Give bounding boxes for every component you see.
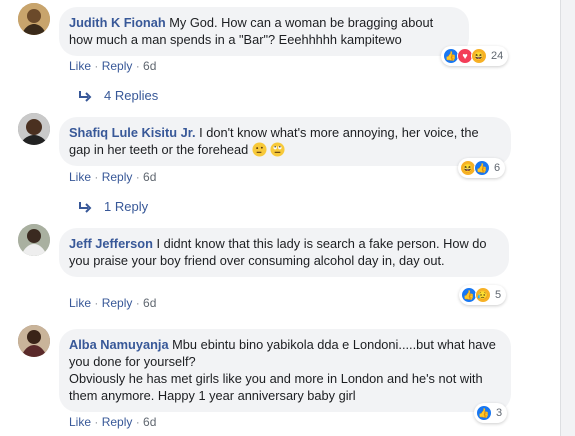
separator: · (132, 170, 144, 184)
comment-time[interactable]: 6d (143, 59, 156, 73)
avatar[interactable] (18, 3, 50, 35)
view-replies-link[interactable]: 1 Reply (78, 199, 148, 214)
comment-author[interactable]: Jeff Jefferson (69, 236, 153, 251)
like-reaction-icon: 👍 (474, 160, 490, 176)
comment-text: Obviously he has met girls like you and … (69, 371, 483, 403)
like-reaction-icon: 👍 (476, 405, 492, 421)
page-right-edge (560, 0, 575, 436)
reply-link[interactable]: Reply (102, 170, 133, 184)
replies-count-label: 1 Reply (104, 199, 149, 214)
comment-bubble: Alba Namuyanja Mbu ebintu bino yabikola … (59, 329, 511, 412)
comment-author[interactable]: Shafiq Lule Kisitu Jr. (69, 125, 196, 140)
separator: · (91, 170, 102, 184)
reply-link[interactable]: Reply (102, 415, 133, 429)
eye-roll-emoji-icon (270, 142, 285, 157)
view-replies-link[interactable]: 4 Replies (78, 88, 158, 103)
comment-actions: Like · Reply · 6d (69, 415, 156, 429)
separator: · (132, 415, 144, 429)
reaction-summary[interactable]: 👍 ♥ 😆 24 (441, 46, 509, 66)
comment-time[interactable]: 6d (143, 170, 156, 184)
comment-time[interactable]: 6d (143, 415, 156, 429)
reaction-summary[interactable]: 👍 3 (474, 403, 508, 423)
reply-arrow-icon (79, 201, 92, 213)
avatar[interactable] (18, 224, 50, 256)
reaction-count: 3 (496, 407, 503, 419)
reply-link[interactable]: Reply (102, 59, 133, 73)
separator: · (132, 296, 144, 310)
reaction-count: 6 (494, 162, 501, 174)
separator: · (91, 296, 102, 310)
avatar[interactable] (18, 113, 50, 145)
reaction-count: 24 (491, 50, 504, 62)
haha-reaction-icon: 😆 (471, 48, 487, 64)
reaction-summary[interactable]: 😆 👍 6 (458, 158, 506, 178)
comment-author[interactable]: Judith K Fionah (69, 15, 166, 30)
like-link[interactable]: Like (69, 170, 91, 184)
separator: · (91, 415, 102, 429)
comment-author[interactable]: Alba Namuyanja (69, 337, 169, 352)
comment-bubble: Shafiq Lule Kisitu Jr. I don't know what… (59, 117, 511, 166)
avatar[interactable] (18, 325, 50, 357)
thinking-face-emoji-icon (252, 142, 267, 157)
comment-bubble: Jeff Jefferson I didnt know that this la… (59, 228, 509, 277)
comment-actions: Like · Reply · 6d (69, 296, 156, 310)
like-link[interactable]: Like (69, 59, 91, 73)
reaction-count: 5 (495, 289, 502, 301)
separator: · (132, 59, 144, 73)
comment-time[interactable]: 6d (143, 296, 156, 310)
sad-reaction-icon: 😥 (475, 287, 491, 303)
separator: · (91, 59, 102, 73)
reply-arrow-icon (79, 90, 92, 102)
replies-count-label: 4 Replies (104, 88, 159, 103)
comment-bubble: Judith K Fionah My God. How can a woman … (59, 7, 469, 56)
like-link[interactable]: Like (69, 296, 91, 310)
reply-link[interactable]: Reply (102, 296, 133, 310)
like-link[interactable]: Like (69, 415, 91, 429)
comment-actions: Like · Reply · 6d (69, 59, 156, 73)
reaction-summary[interactable]: 👍 😥 5 (459, 285, 507, 305)
comment-actions: Like · Reply · 6d (69, 170, 156, 184)
